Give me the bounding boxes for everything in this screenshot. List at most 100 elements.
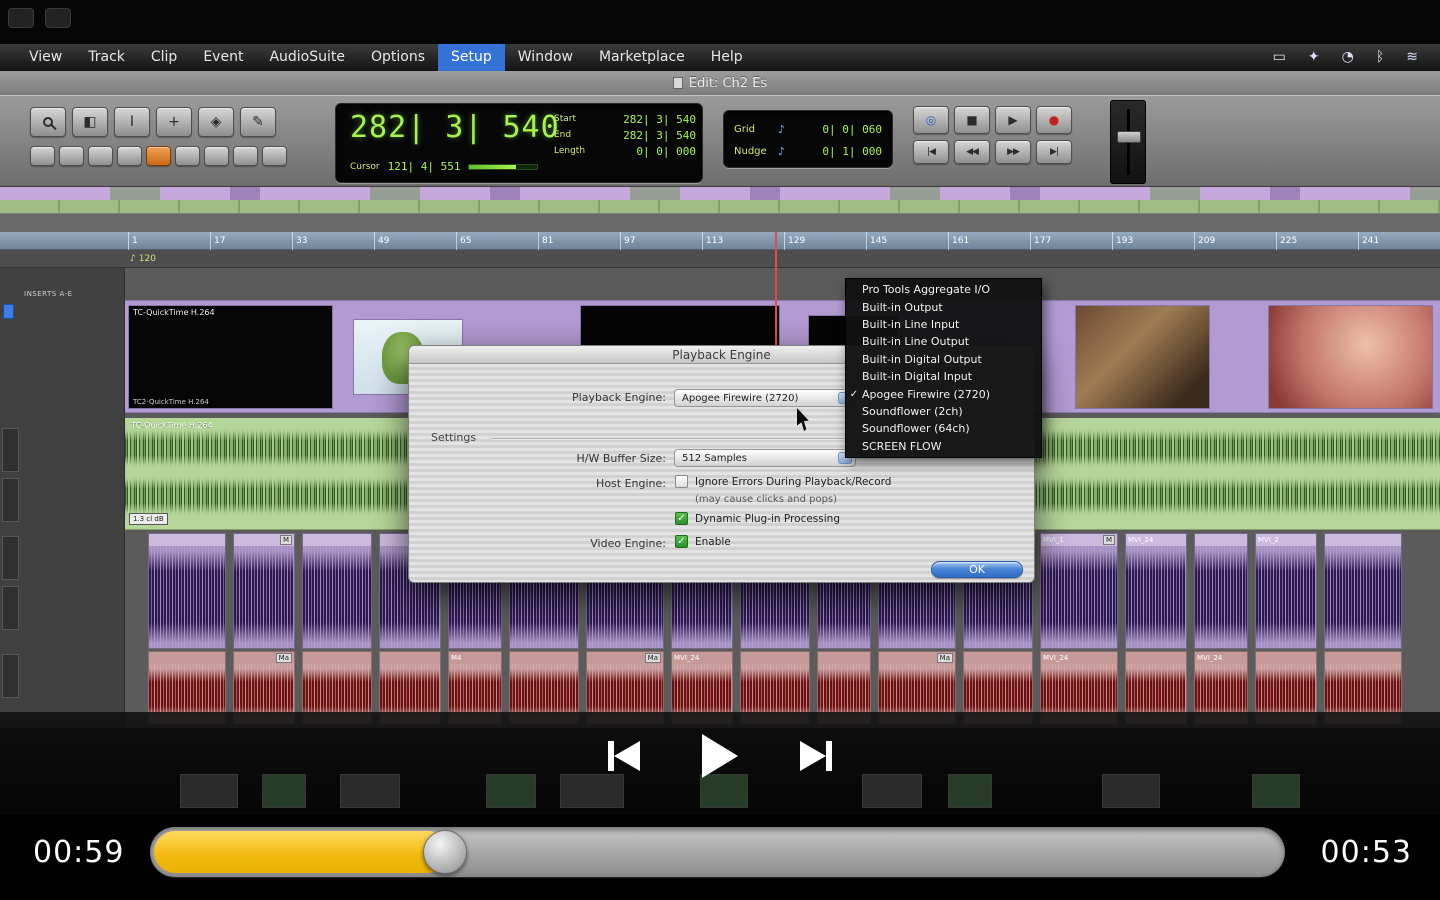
audio-clip[interactable]: [1194, 533, 1248, 649]
track-header-block[interactable]: [2, 428, 19, 472]
progress-handle[interactable]: [423, 830, 467, 874]
selector-tool-button[interactable]: I: [114, 107, 150, 137]
status-icon[interactable]: ≋: [1406, 44, 1418, 71]
grid-row[interactable]: Grid ♪ 0| 0| 060: [734, 118, 882, 140]
transport-nav-button[interactable]: ▶▶: [995, 140, 1031, 164]
fader-knob[interactable]: [1117, 131, 1141, 143]
main-counter[interactable]: 282| 3| 540 Cursor 121| 4| 551 Start 282…: [335, 103, 703, 183]
menu-item[interactable]: Event: [190, 44, 256, 71]
zoom-tool-button[interactable]: [30, 107, 66, 137]
mini-tool-button[interactable]: [262, 146, 287, 166]
menu-option[interactable]: Built-in Line Output: [846, 333, 1041, 350]
status-icon[interactable]: ✦: [1308, 44, 1320, 71]
transport-button[interactable]: ●: [1036, 106, 1072, 134]
grid-value[interactable]: 0| 0| 060: [822, 123, 882, 136]
transport-button[interactable]: ■: [954, 106, 990, 134]
playhead-line[interactable]: [775, 232, 777, 345]
tempo-ruler[interactable]: ♪ 120: [0, 250, 1440, 268]
menu-option[interactable]: Pro Tools Aggregate I/O: [846, 281, 1041, 298]
play-button[interactable]: [702, 734, 738, 778]
transport-nav-button[interactable]: ▶|: [1036, 140, 1072, 164]
engine-popup[interactable]: Apogee Firewire (2720): [674, 389, 856, 407]
transport-button[interactable]: ▶: [995, 106, 1031, 134]
clip-gain-badge[interactable]: 1.3 cl dB: [129, 513, 168, 525]
menu-option[interactable]: Soundflower (2ch): [846, 403, 1041, 420]
trim-tool-button[interactable]: ◧: [72, 107, 108, 137]
ok-button[interactable]: OK: [931, 561, 1023, 578]
note-icon: ♪: [778, 145, 785, 158]
mute-badge[interactable]: Ma: [645, 653, 661, 663]
mini-tool-button[interactable]: [204, 146, 229, 166]
main-counter-value[interactable]: 282| 3| 540: [350, 110, 560, 145]
grabber-tool-button[interactable]: +: [156, 107, 192, 137]
track-header-block[interactable]: [2, 586, 19, 630]
ruler-tick: 33: [292, 232, 374, 250]
app-window-icon[interactable]: [8, 8, 34, 28]
video-thumbnail[interactable]: [1268, 305, 1433, 409]
menu-option[interactable]: Built-in Digital Input: [846, 368, 1041, 385]
output-fader[interactable]: [1110, 100, 1146, 184]
mute-badge[interactable]: M: [1103, 535, 1115, 545]
transport-button[interactable]: ◎: [913, 106, 949, 134]
skip-back-button[interactable]: [608, 741, 640, 771]
mini-tool-button[interactable]: [233, 146, 258, 166]
menu-item[interactable]: AudioSuite: [256, 44, 358, 71]
menu-item[interactable]: Help: [698, 44, 756, 71]
menu-option[interactable]: Soundflower (64ch): [846, 420, 1041, 437]
menu-item[interactable]: View: [16, 44, 75, 71]
ignore-errors-checkbox[interactable]: [675, 475, 688, 488]
nudge-row[interactable]: Nudge ♪ 0| 1| 000: [734, 140, 882, 162]
audio-clip[interactable]: M: [233, 533, 295, 649]
menu-item[interactable]: Track: [75, 44, 138, 71]
menu-option[interactable]: Built-in Output: [846, 298, 1041, 315]
mini-tool-button[interactable]: [59, 146, 84, 166]
dynamic-plugin-checkbox[interactable]: ✓: [675, 512, 688, 525]
audio-clip[interactable]: [302, 533, 372, 649]
menu-item[interactable]: Setup: [438, 44, 505, 71]
buffer-popup[interactable]: 512 Samples: [674, 449, 856, 467]
window-title-bar[interactable]: Edit: Ch2 Es: [0, 71, 1440, 95]
menu-item[interactable]: Marketplace: [586, 44, 698, 71]
mute-badge[interactable]: M: [280, 535, 292, 545]
mini-tool-button[interactable]: [88, 146, 113, 166]
app-window-icon-2[interactable]: [45, 8, 71, 28]
skip-forward-button[interactable]: [800, 741, 832, 771]
transport-nav-button[interactable]: |◀: [913, 140, 949, 164]
mini-tool-button[interactable]: [117, 146, 142, 166]
audio-clip[interactable]: MVI_1 M: [1040, 533, 1118, 649]
status-icon[interactable]: ᛒ: [1376, 44, 1384, 71]
audio-clip[interactable]: [1324, 533, 1402, 649]
transport-nav-button[interactable]: ◀◀: [954, 140, 990, 164]
track-select-indicator[interactable]: [3, 304, 14, 319]
video-thumbnail[interactable]: [1075, 305, 1210, 409]
audio-clip[interactable]: [148, 533, 226, 649]
status-icon[interactable]: ◔: [1342, 44, 1354, 71]
menu-option[interactable]: ✓ Apogee Firewire (2720): [846, 385, 1041, 402]
tempo-value[interactable]: 120: [139, 254, 156, 264]
menu-item[interactable]: Clip: [138, 44, 190, 71]
menu-item[interactable]: Options: [358, 44, 438, 71]
status-icon[interactable]: ▭: [1273, 44, 1286, 71]
track-header-block[interactable]: [2, 654, 19, 698]
track-header-block[interactable]: [2, 536, 19, 580]
audio-clip[interactable]: MVI_2: [1255, 533, 1317, 649]
mini-tool-button[interactable]: [175, 146, 200, 166]
audio-clip[interactable]: MVI_24: [1125, 533, 1187, 649]
menu-option[interactable]: Built-in Line Input: [846, 316, 1041, 333]
menu-option[interactable]: Built-in Digital Output: [846, 351, 1041, 368]
progress-bar[interactable]: [150, 827, 1285, 877]
mute-badge[interactable]: Ma: [276, 653, 292, 663]
mini-tool-button[interactable]: [146, 146, 171, 166]
mute-badge[interactable]: Ma: [937, 653, 953, 663]
mini-tool-button[interactable]: [30, 146, 55, 166]
nudge-value[interactable]: 0| 1| 000: [822, 145, 882, 158]
menu-item[interactable]: Window: [505, 44, 586, 71]
video-enable-checkbox[interactable]: ✓: [675, 535, 688, 548]
pencil-tool-button[interactable]: ✎: [240, 107, 276, 137]
scrub-tool-button[interactable]: ◈: [198, 107, 234, 137]
ruler-tick: 49: [374, 232, 456, 250]
menu-option[interactable]: SCREEN FLOW: [846, 438, 1041, 455]
timeline-ruler[interactable]: 1173349658197113129145161177193209225241: [0, 232, 1440, 250]
video-clip[interactable]: TC-QuickTime H.264 TC2-QuickTime H.264: [128, 305, 333, 409]
track-header-block[interactable]: [2, 478, 19, 522]
